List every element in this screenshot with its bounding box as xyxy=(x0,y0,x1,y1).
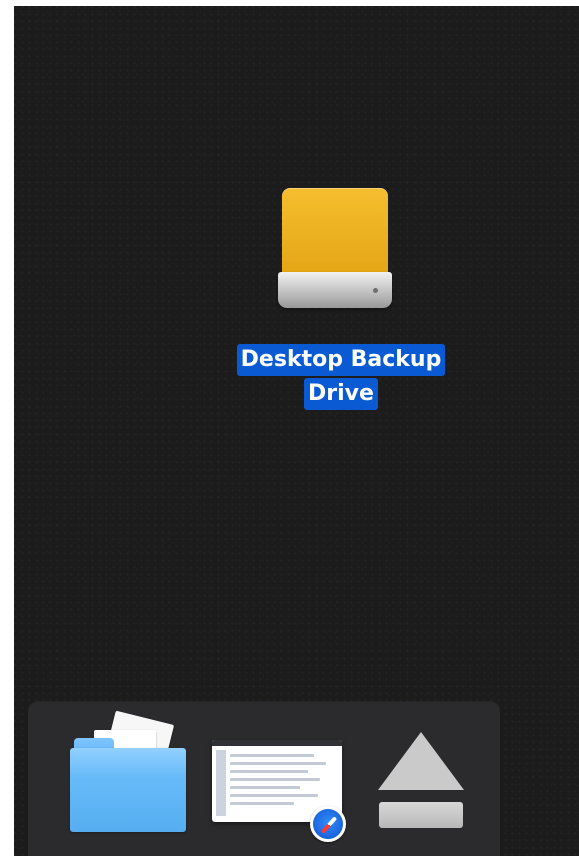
compass-needle-icon xyxy=(320,816,338,834)
preview-text-line xyxy=(230,762,326,765)
external-drive-icon[interactable] xyxy=(278,184,396,316)
preview-text-line xyxy=(230,754,314,757)
preview-text-line xyxy=(230,770,308,773)
drive-label[interactable]: Desktop Backup Drive xyxy=(220,344,462,412)
desktop-background: Desktop Backup Drive xyxy=(14,6,579,856)
preview-text-line xyxy=(230,778,320,781)
window-sidebar xyxy=(216,750,226,816)
drive-indicator-light xyxy=(373,288,378,293)
window-titlebar xyxy=(212,740,342,746)
drive-label-line-1[interactable]: Desktop Backup xyxy=(236,344,446,376)
folder-icon xyxy=(70,748,186,832)
preview-text-line xyxy=(230,802,294,805)
preview-text-line xyxy=(230,794,318,797)
eject-icon-bar xyxy=(379,802,463,828)
preview-text-line xyxy=(230,786,300,789)
desktop-drive-item[interactable]: Desktop Backup Drive xyxy=(220,184,462,414)
finder-dock-item[interactable] xyxy=(70,710,190,832)
screenshot-frame: Desktop Backup Drive xyxy=(0,0,579,856)
dock xyxy=(28,702,500,856)
safari-window-dock-item[interactable] xyxy=(212,740,348,842)
eject-dock-item[interactable] xyxy=(378,732,464,830)
eject-icon xyxy=(378,732,464,790)
safari-compass-icon xyxy=(310,806,346,842)
drive-base xyxy=(278,272,392,308)
drive-label-line-2[interactable]: Drive xyxy=(304,378,378,410)
drive-body xyxy=(282,188,388,276)
